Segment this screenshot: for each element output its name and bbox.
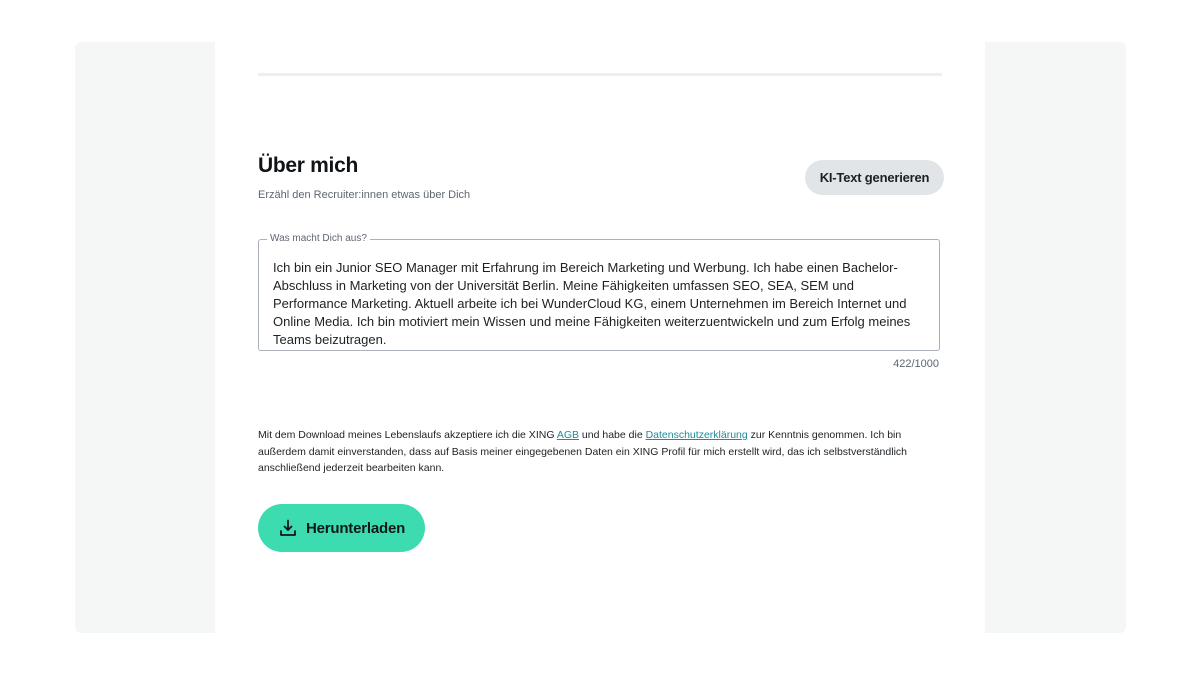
section-subtitle: Erzähl den Recruiter:innen etwas über Di… bbox=[258, 189, 471, 201]
textarea-label: Was macht Dich aus? bbox=[267, 233, 370, 244]
consent-notice: Mit dem Download meines Lebenslaufs akze… bbox=[258, 427, 933, 477]
section-divider bbox=[258, 73, 942, 76]
about-me-panel: Über mich Erzähl den Recruiter:innen etw… bbox=[215, 42, 985, 633]
download-button-label: Herunterladen bbox=[305, 519, 406, 537]
about-me-textarea-container: Was macht Dich aus? Ich bin ein Junior S… bbox=[258, 233, 940, 351]
privacy-policy-link[interactable]: Datenschutzerklärung bbox=[646, 429, 748, 441]
consent-text-part-1: Mit dem Download meines Lebenslaufs akze… bbox=[258, 429, 557, 441]
download-button[interactable]: Herunterladen bbox=[258, 504, 425, 552]
download-icon bbox=[278, 518, 298, 538]
generate-ai-text-button[interactable]: KI-Text generieren bbox=[805, 160, 944, 195]
section-title: Über mich bbox=[258, 154, 358, 177]
agb-link[interactable]: AGB bbox=[557, 429, 579, 441]
about-me-textarea[interactable]: Ich bin ein Junior SEO Manager mit Erfah… bbox=[273, 259, 923, 348]
consent-text-part-2: und habe die bbox=[579, 429, 646, 441]
character-counter: 422/1000 bbox=[893, 358, 939, 370]
